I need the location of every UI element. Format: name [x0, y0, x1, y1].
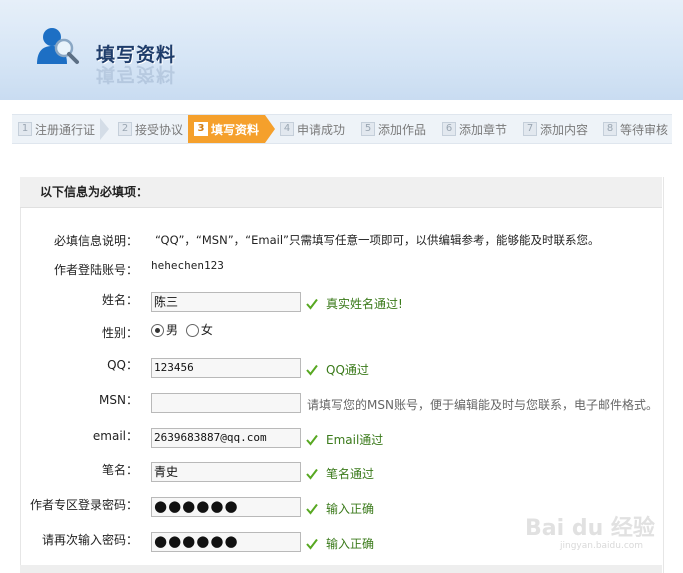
password2-validation: 输入正确	[306, 535, 374, 552]
step-5: 5 添加作品	[361, 115, 426, 143]
check-icon	[306, 468, 318, 480]
step-label: 添加作品	[378, 122, 427, 137]
note-text: “QQ”，“MSN”，“Email”只需填写任意一项即可，以供编辑参考，能够能及…	[155, 233, 600, 247]
email-label: email：	[92, 429, 138, 443]
watermark-logo: Bai du 经验	[525, 516, 655, 541]
step-6: 6 添加章节	[442, 115, 507, 143]
step-1: 1 注册通行证	[18, 115, 110, 143]
name-label: 姓名：	[101, 293, 138, 307]
penname-input[interactable]: 青史	[151, 462, 301, 482]
password2-label: 请再次输入密码：	[41, 533, 138, 547]
step-number: 3	[194, 122, 208, 136]
name-input[interactable]: 陈三	[151, 292, 301, 312]
page-title-reflection: 填写资料	[96, 63, 177, 85]
name-validation: 真实姓名通过!	[306, 295, 403, 312]
account-value: hehechen123	[151, 259, 224, 272]
password2-tip: 输入正确	[326, 537, 375, 551]
password-tip: 输入正确	[326, 502, 375, 516]
name-tip: 真实姓名通过!	[326, 297, 403, 311]
step-label: 注册通行证	[35, 122, 96, 137]
password2-input[interactable]: ●●●●●●	[151, 532, 301, 552]
msn-hint: 请填写您的MSN账号，便于编辑能及时与您联系，电子邮件格式。	[307, 398, 658, 412]
password-validation: 输入正确	[306, 500, 374, 517]
gender-male-label: 男	[166, 323, 179, 337]
gender-female-label: 女	[200, 323, 213, 337]
check-icon	[306, 503, 318, 515]
password-input[interactable]: ●●●●●●	[151, 497, 301, 517]
step-7: 7 添加内容	[523, 115, 588, 143]
step-3-active: 3 填写资料	[188, 115, 276, 143]
penname-label: 笔名：	[101, 463, 138, 477]
gender-group: 男 女	[151, 321, 213, 338]
step-number: 5	[361, 122, 375, 136]
password-label: 作者专区登录密码：	[29, 498, 138, 512]
step-number: 7	[523, 122, 537, 136]
account-label: 作者登陆账号：	[53, 263, 138, 277]
step-4: 4 申请成功	[280, 115, 345, 143]
gender-female-radio[interactable]	[185, 324, 199, 337]
step-number: 1	[18, 122, 32, 136]
section-header: 以下信息为必填项：	[20, 177, 662, 208]
qq-input[interactable]: 123456	[151, 358, 301, 378]
watermark-url: jingyan.baidu.com	[560, 541, 644, 551]
email-tip: Email通过	[326, 433, 384, 447]
msn-label: MSN：	[99, 393, 138, 407]
msn-input[interactable]	[151, 393, 301, 413]
qq-validation: QQ通过	[306, 361, 369, 378]
penname-validation: 笔名通过	[306, 465, 374, 482]
gender-male-radio[interactable]	[151, 324, 164, 337]
note-label: 必填信息说明：	[53, 234, 138, 248]
check-icon	[306, 538, 318, 550]
step-label: 添加内容	[540, 122, 589, 137]
check-icon	[306, 364, 318, 376]
step-number: 6	[442, 122, 456, 136]
step-number: 8	[603, 122, 617, 136]
step-number: 2	[118, 122, 132, 136]
user-search-icon	[37, 28, 79, 64]
header-banner: 填写资料 填写资料	[0, 0, 683, 100]
step-label: 等待审核	[620, 122, 669, 137]
step-label: 申请成功	[297, 122, 346, 137]
step-label: 填写资料	[211, 122, 260, 137]
check-icon	[306, 434, 318, 446]
panel-footer	[20, 565, 662, 573]
penname-tip: 笔名通过	[326, 467, 375, 481]
email-input[interactable]: 2639683887@qq.com	[151, 428, 301, 448]
step-2: 2 接受协议	[118, 115, 183, 143]
step-arrow	[100, 118, 110, 140]
progress-steps: 1 注册通行证 2 接受协议 3 填写资料 4 申请成功 5 添加作品 6 添加…	[12, 114, 672, 144]
step-number: 4	[280, 122, 294, 136]
step-label: 添加章节	[459, 122, 508, 137]
section-title: 以下信息为必填项：	[40, 185, 149, 199]
check-icon	[306, 298, 318, 310]
gender-label: 性别：	[101, 326, 138, 340]
qq-tip: QQ通过	[326, 363, 369, 377]
qq-label: QQ：	[107, 358, 138, 372]
email-validation: Email通过	[306, 431, 383, 448]
step-8: 8 等待审核	[603, 115, 668, 143]
step-label: 接受协议	[135, 122, 184, 137]
